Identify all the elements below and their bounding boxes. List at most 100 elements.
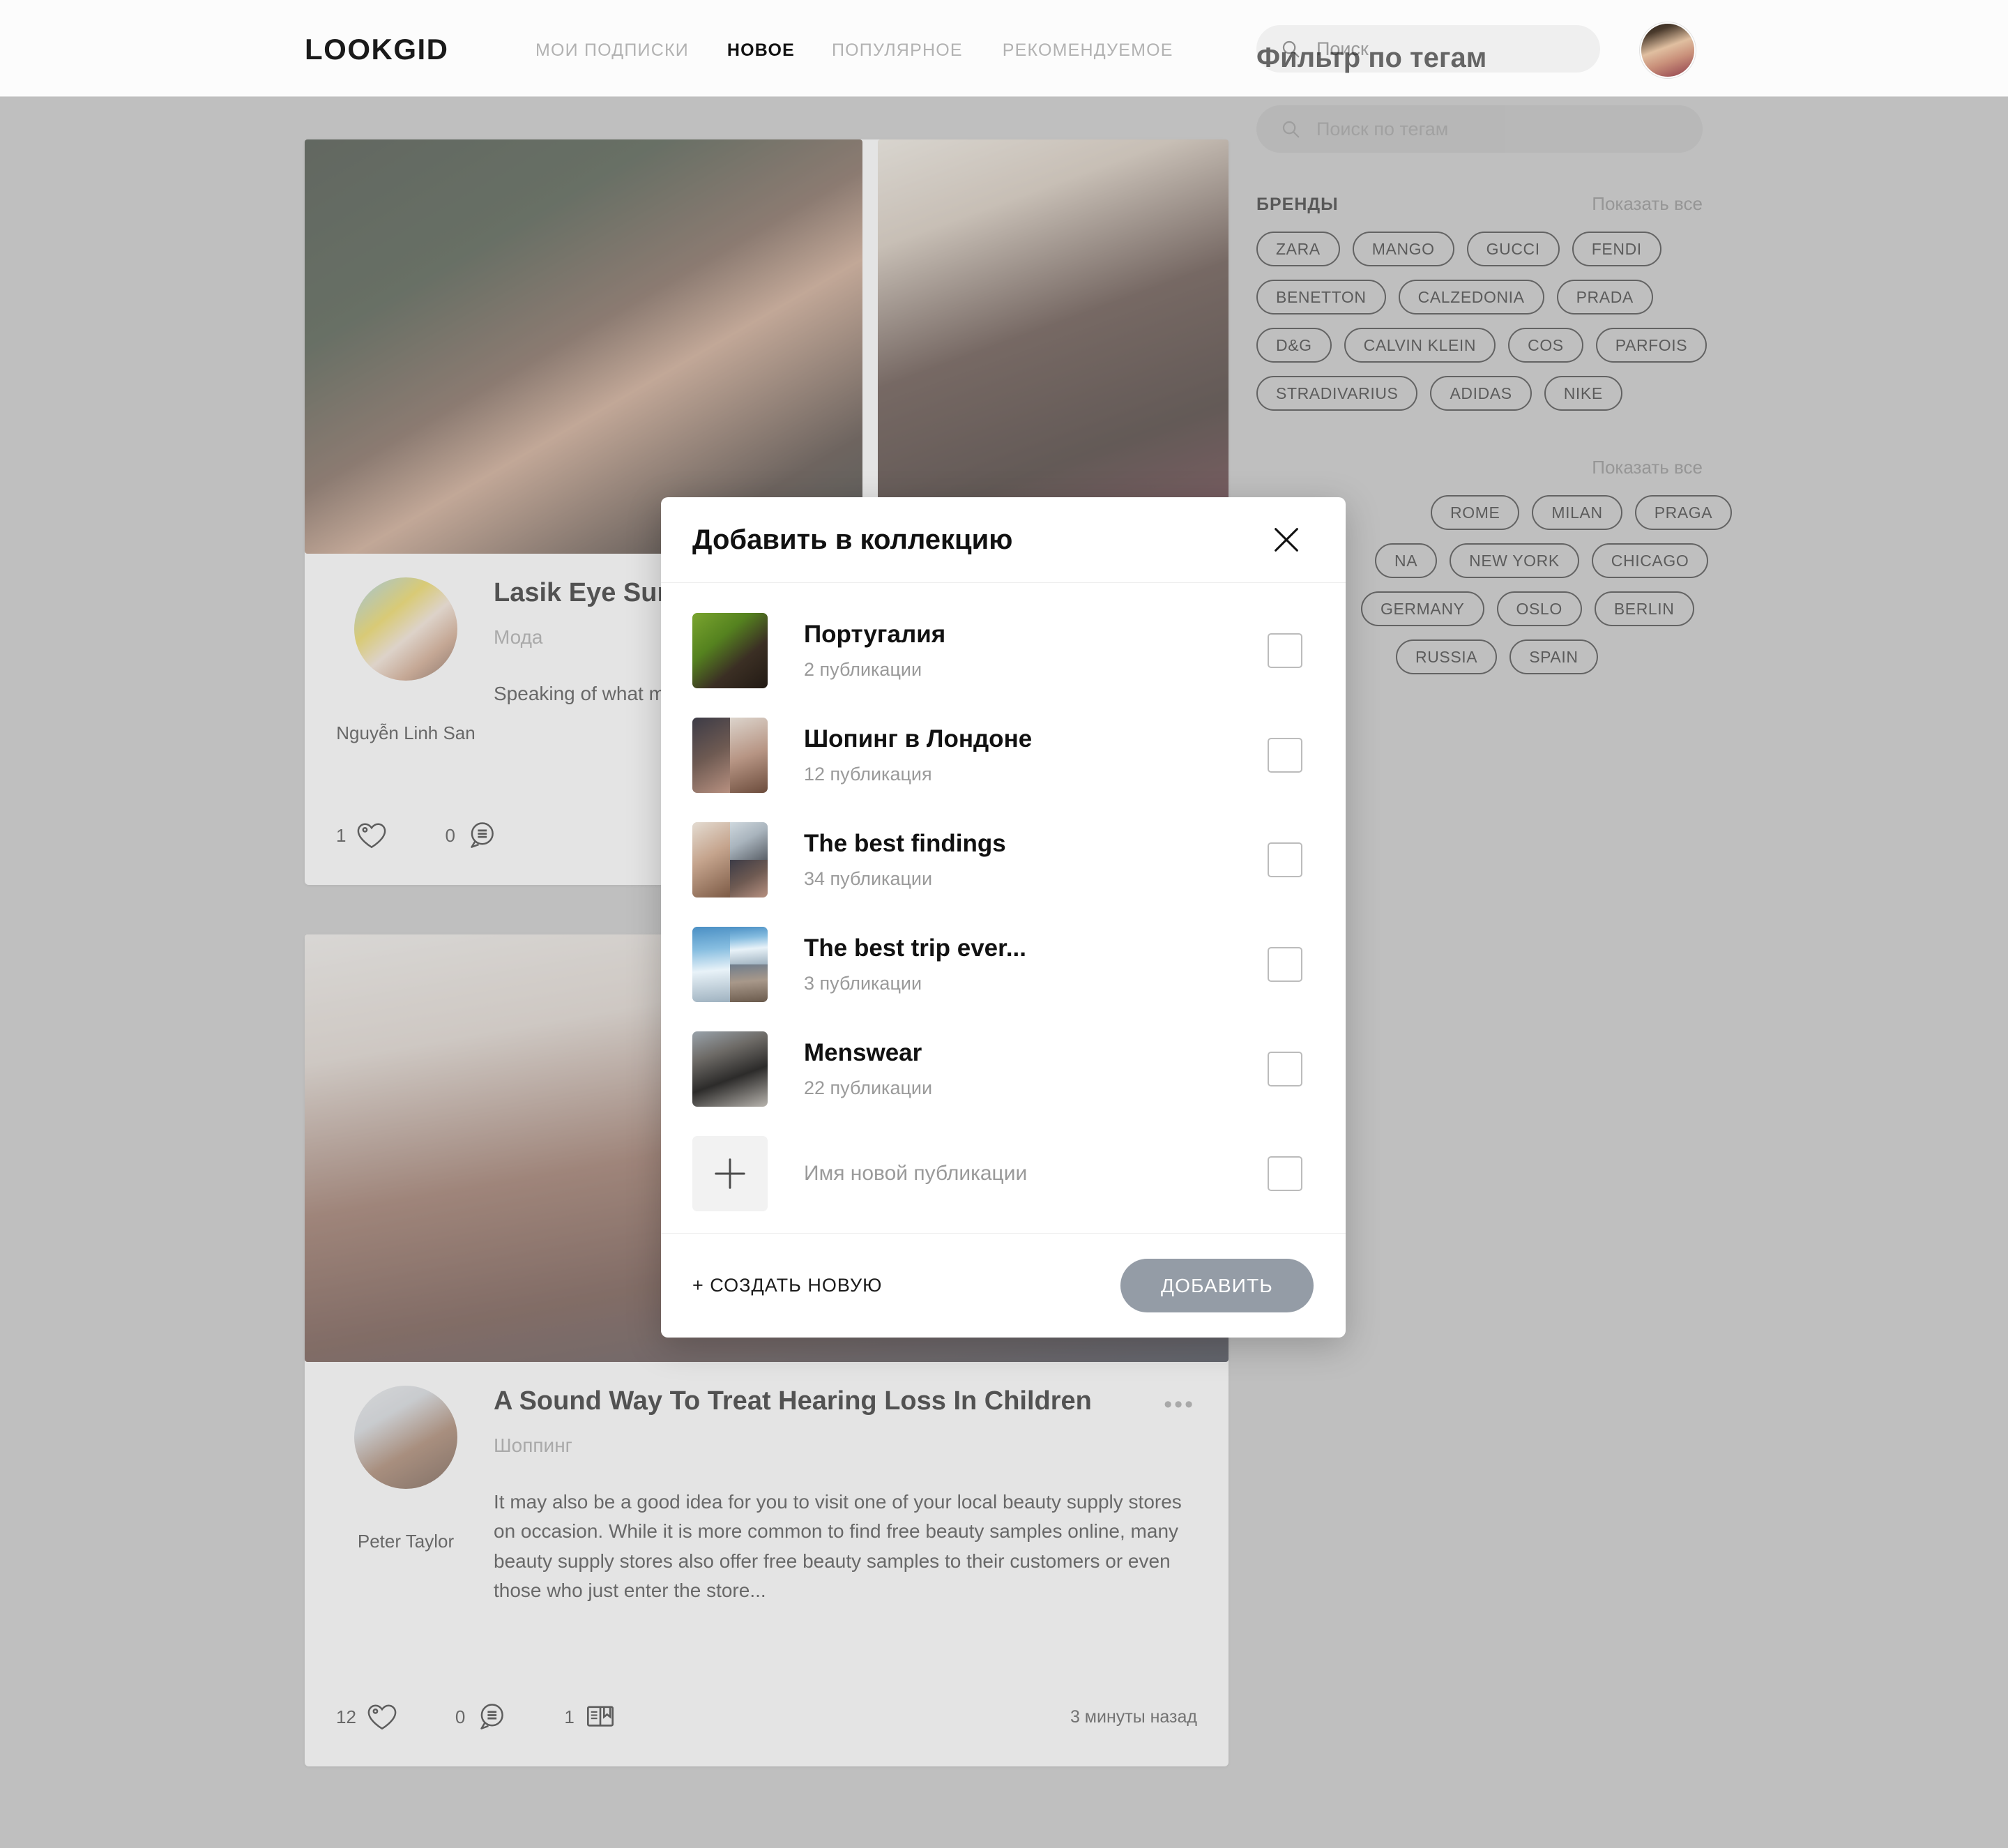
- like-action[interactable]: 1: [336, 819, 388, 851]
- tag-chip[interactable]: PRADA: [1556, 280, 1653, 315]
- collection-info: The best findings 34 публикации: [804, 830, 1268, 889]
- collection-checkbox[interactable]: [1268, 1052, 1302, 1086]
- tag-chip[interactable]: MANGO: [1352, 232, 1454, 266]
- chip-row: STRADIVARIUS ADIDAS NIKE: [1256, 376, 1717, 411]
- app-page: LOOKGID МОИ ПОДПИСКИ НОВОЕ ПОПУЛЯРНОЕ РЕ…: [0, 0, 2008, 1848]
- post-title[interactable]: A Sound Way To Treat Hearing Loss In Chi…: [494, 1386, 1201, 1418]
- more-options-icon[interactable]: •••: [1164, 1391, 1195, 1418]
- tag-chip[interactable]: PARFOIS: [1595, 328, 1707, 363]
- collection-info: Menswear 22 публикации: [804, 1039, 1268, 1098]
- tag-chip[interactable]: D&G: [1256, 328, 1332, 363]
- collection-info: The best trip ever... 3 публикации: [804, 934, 1268, 994]
- tag-chip[interactable]: FENDI: [1572, 232, 1661, 266]
- plus-icon: [715, 1158, 745, 1189]
- list-item[interactable]: Португалия 2 публикации: [661, 598, 1346, 703]
- add-to-collection-dialog: Добавить в коллекцию Португалия 2 публик…: [661, 497, 1346, 1338]
- comment-count: 0: [445, 824, 455, 846]
- tag-chip[interactable]: CHICAGO: [1591, 543, 1709, 578]
- comment-icon: [471, 822, 494, 848]
- author-name: Nguyễn Linh San: [336, 722, 476, 743]
- tag-chip[interactable]: CALZEDONIA: [1398, 280, 1544, 315]
- list-item[interactable]: The best findings 34 публикации: [661, 808, 1346, 912]
- post-excerpt: It may also be a good idea for you to vi…: [494, 1490, 1182, 1602]
- collection-list: Португалия 2 публикации Шопинг в Лондоне…: [661, 583, 1346, 1233]
- nav-item-subscriptions[interactable]: МОИ ПОДПИСКИ: [535, 40, 689, 61]
- tag-chip[interactable]: NA: [1375, 543, 1438, 578]
- cities-section-header: Показать все: [1256, 457, 1703, 478]
- add-thumbnail-button[interactable]: [692, 1136, 768, 1211]
- author-avatar[interactable]: [354, 577, 457, 681]
- tag-chip[interactable]: NIKE: [1544, 376, 1622, 411]
- page-title: Фильтр по тегам: [1256, 43, 1487, 73]
- london-thumb: [692, 718, 768, 793]
- collection-checkbox[interactable]: [1268, 842, 1302, 877]
- tag-chip[interactable]: SPAIN: [1509, 639, 1598, 674]
- comment-action[interactable]: 0: [445, 819, 496, 851]
- like-action[interactable]: 12: [336, 1701, 398, 1733]
- tag-search-input[interactable]: Поиск по тегам: [1256, 105, 1703, 153]
- collection-checkbox[interactable]: [1268, 633, 1302, 668]
- collection-count: 22 публикации: [804, 1077, 933, 1098]
- collection-name: Menswear: [804, 1039, 922, 1067]
- chip-row: ZARA MANGO GUCCI FENDI: [1256, 232, 1717, 266]
- collection-info: Португалия 2 публикации: [804, 621, 1268, 680]
- tag-chip[interactable]: OSLO: [1496, 591, 1582, 626]
- tag-chip[interactable]: CALVIN KLEIN: [1344, 328, 1496, 363]
- findings-thumb: [692, 822, 768, 898]
- read-action[interactable]: 1: [564, 1701, 616, 1733]
- post-author[interactable]: Nguyễn Linh San: [336, 577, 476, 745]
- tag-chip[interactable]: ZARA: [1256, 232, 1340, 266]
- heart-icon: [358, 823, 386, 849]
- new-collection-row[interactable]: Имя новой публикации: [661, 1121, 1346, 1226]
- post-author[interactable]: Peter Taylor: [336, 1386, 476, 1606]
- add-button[interactable]: ДОБАВИТЬ: [1120, 1259, 1314, 1312]
- author-avatar[interactable]: [354, 1386, 457, 1489]
- tag-chip[interactable]: RUSSIA: [1396, 639, 1498, 674]
- tag-chip[interactable]: NEW YORK: [1450, 543, 1579, 578]
- post-image-primary[interactable]: [305, 139, 862, 554]
- brand-logo[interactable]: LOOKGID: [305, 33, 449, 66]
- cities-show-all[interactable]: Показать все: [1592, 457, 1703, 478]
- post-content: A Sound Way To Treat Hearing Loss In Chi…: [476, 1386, 1201, 1606]
- create-new-button[interactable]: + СОЗДАТЬ НОВУЮ: [692, 1275, 882, 1296]
- post-body: Peter Taylor A Sound Way To Treat Hearin…: [305, 1362, 1229, 1606]
- author-name: Peter Taylor: [357, 1531, 455, 1552]
- like-count: 1: [336, 824, 347, 846]
- search-icon: [1282, 121, 1300, 138]
- post-actions: 12 0 1 3 минуты назад: [305, 1701, 1229, 1733]
- nav-item-popular[interactable]: ПОПУЛЯРНОЕ: [832, 40, 963, 61]
- collection-name: The best findings: [804, 830, 1006, 858]
- tag-chip[interactable]: COS: [1508, 328, 1583, 363]
- new-collection-input[interactable]: Имя новой публикации: [804, 1162, 1268, 1186]
- tag-search-placeholder: Поиск по тегам: [1316, 118, 1449, 139]
- brands-chip-list: ZARA MANGO GUCCI FENDI BENETTON CALZEDON…: [1256, 232, 1717, 411]
- trip-thumb: [692, 927, 768, 1002]
- tag-chip[interactable]: BENETTON: [1256, 280, 1386, 315]
- post-category: Шоппинг: [494, 1434, 572, 1456]
- brands-label: БРЕНДЫ: [1256, 195, 1339, 214]
- tag-chip[interactable]: ADIDAS: [1430, 376, 1532, 411]
- tag-chip[interactable]: GERMANY: [1361, 591, 1484, 626]
- tag-chip[interactable]: BERLIN: [1594, 591, 1694, 626]
- tag-chip[interactable]: STRADIVARIUS: [1256, 376, 1418, 411]
- tag-chip[interactable]: GUCCI: [1466, 232, 1560, 266]
- list-item[interactable]: The best trip ever... 3 публикации: [661, 912, 1346, 1017]
- nav-item-recommended[interactable]: РЕКОМЕНДУЕМОЕ: [1003, 40, 1173, 61]
- comment-count: 0: [455, 1706, 466, 1727]
- modal-header: Добавить в коллекцию: [661, 497, 1346, 583]
- brands-show-all[interactable]: Показать все: [1592, 193, 1703, 215]
- collection-checkbox[interactable]: [1268, 738, 1302, 773]
- tag-chip[interactable]: MILAN: [1532, 495, 1622, 530]
- nav-item-new[interactable]: НОВОЕ: [727, 40, 795, 61]
- tag-chip[interactable]: PRAGA: [1634, 495, 1733, 530]
- post-timestamp: 3 минуты назад: [1070, 1706, 1197, 1727]
- comment-action[interactable]: 0: [455, 1701, 507, 1733]
- collection-count: 12 публикация: [804, 763, 932, 785]
- list-item[interactable]: Menswear 22 публикации: [661, 1017, 1346, 1121]
- close-icon[interactable]: [1270, 524, 1302, 556]
- collection-checkbox[interactable]: [1268, 947, 1302, 982]
- new-collection-checkbox[interactable]: [1268, 1156, 1302, 1191]
- list-item[interactable]: Шопинг в Лондоне 12 публикация: [661, 703, 1346, 808]
- post-image-secondary[interactable]: [878, 139, 1229, 554]
- tag-chip[interactable]: ROME: [1431, 495, 1520, 530]
